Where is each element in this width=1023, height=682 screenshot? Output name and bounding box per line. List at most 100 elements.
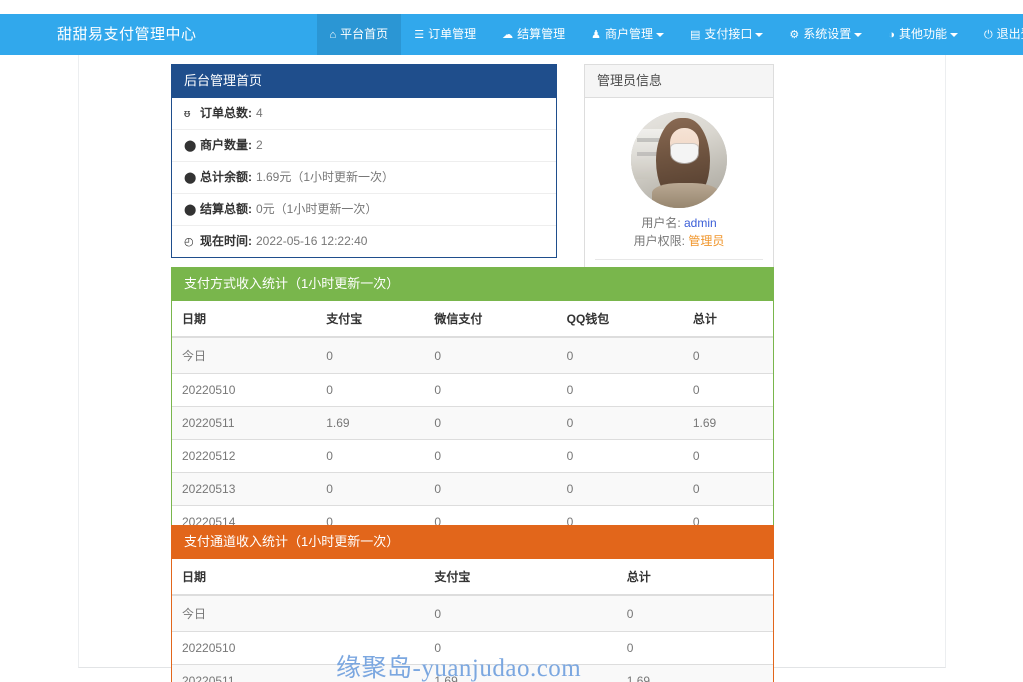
tint-icon: ⬤ — [184, 140, 197, 152]
nav-item-1[interactable]: ⌂ 平台首页 — [316, 14, 402, 55]
user-icon: ♟ — [591, 29, 601, 41]
nav-item-4[interactable]: ♟ 商户管理 — [578, 14, 677, 55]
table-cell: 0 — [682, 439, 773, 473]
nav-item-label: 结算管理 — [517, 27, 566, 41]
dashboard-stat-list: ᵿ 订单总数: 4 ⬤ 商户数量: 2 ⬤ 总计余额: 1.69元（1小时更新一次） ⬤ 结算总额:… — [172, 98, 556, 257]
table-row: 20220512 0 0 0 0 — [172, 439, 773, 473]
table-cell: 0 — [616, 594, 773, 632]
list-icon: ☰ — [414, 29, 425, 41]
role-line: 用户权限: 管理员 — [595, 232, 763, 250]
table-cell: 0 — [424, 472, 557, 506]
tint-icon: ⬤ — [184, 172, 197, 184]
admin-panel-title: 管理员信息 — [585, 65, 773, 98]
clock-icon: ◴ — [184, 236, 194, 248]
column-header: 日期 — [172, 301, 317, 338]
chevron-down-icon — [854, 32, 863, 37]
dashboard-stat-label: 订单总数: — [200, 106, 252, 120]
username-line: 用户名: admin — [595, 214, 763, 232]
table-cell: 0 — [316, 373, 425, 407]
dashboard-stat-value: 2 — [256, 138, 263, 152]
table-row: 今日 0 0 0 0 — [172, 336, 773, 374]
nav-item-label: 平台首页 — [340, 27, 389, 41]
table-cell: 0 — [682, 336, 773, 374]
table-cell: 0 — [682, 373, 773, 407]
dashboard-panel-title: 后台管理首页 — [172, 65, 556, 98]
cloud-icon: ☁ — [502, 29, 514, 41]
dashboard-stat-label: 商户数量: — [200, 138, 252, 152]
nav-item-label: 支付接口 — [704, 27, 753, 41]
power-icon: ⏻ — [983, 29, 993, 41]
dashboard-stat-item: ◴ 现在时间: 2022-05-16 12:22:40 — [172, 226, 556, 257]
payment-method-table-head: 日期 支付宝 微信支付 QQ钱包 总计 — [172, 301, 773, 338]
nav-item-7[interactable]: ◑ 其他功能 — [875, 14, 971, 55]
column-header: 支付宝 — [424, 559, 617, 596]
table-cell: 20220511 — [172, 406, 317, 440]
home-icon: ⌂ — [329, 29, 337, 41]
table-cell: 今日 — [172, 594, 425, 632]
nav-item-3[interactable]: ☁ 结算管理 — [489, 14, 578, 55]
nav-item-5[interactable]: ▤ 支付接口 — [677, 14, 776, 55]
nav-item-8[interactable]: ⏻退出登录 — [971, 14, 1023, 55]
table-header-row: 日期 支付宝 微信支付 QQ钱包 总计 — [172, 301, 773, 338]
dashboard-stat-item: ⬤ 商户数量: 2 — [172, 130, 556, 162]
table-cell: 0 — [424, 594, 617, 632]
dashboard-stat-value: 2022-05-16 12:22:40 — [256, 234, 368, 248]
column-header: 总计 — [682, 301, 773, 338]
username-label: 用户名: — [641, 216, 681, 230]
chevron-down-icon — [755, 32, 764, 37]
payment-method-panel-title: 支付方式收入统计（1小时更新一次） — [172, 268, 773, 301]
table-cell: 0 — [424, 406, 557, 440]
dashboard-stat-item: ᵿ 订单总数: 4 — [172, 98, 556, 130]
dashboard-stat-value: 0元（1小时更新一次） — [256, 202, 378, 216]
table-cell: 20220513 — [172, 472, 317, 506]
brand-title[interactable]: 甜甜易支付管理中心 — [57, 14, 212, 55]
dashboard-stat-value: 4 — [256, 106, 263, 120]
table-cell: 0 — [424, 439, 557, 473]
table-cell: 20220512 — [172, 439, 317, 473]
role-value: 管理员 — [688, 234, 725, 248]
dashboard-stat-item: ⬤ 总计余额: 1.69元（1小时更新一次） — [172, 162, 556, 194]
avatar-body — [652, 183, 720, 208]
column-header: 支付宝 — [316, 301, 425, 338]
table-cell: 1.69 — [616, 664, 773, 682]
nav-item-label: 系统设置 — [803, 27, 852, 41]
dashboard-panel: 后台管理首页 ᵿ 订单总数: 4 ⬤ 商户数量: 2 ⬤ 总计余额: 1.69元（1小时更新一次… — [171, 64, 557, 258]
card-icon: ▤ — [689, 29, 701, 41]
table-cell: 0 — [616, 631, 773, 665]
table-cell: 0 — [316, 472, 425, 506]
payment-channel-table-head: 日期 支付宝 总计 — [172, 559, 773, 596]
table-cell: 0 — [316, 336, 425, 374]
bar-chart-icon: ᵿ — [184, 108, 191, 120]
dashboard-stat-label: 总计余额: — [200, 170, 252, 184]
page-root: 甜甜易支付管理中心 ⌂ 平台首页 ☰ 订单管理 ☁ 结算管理 ♟ 商户管理 ▤ 支付接口 ⚙ 系统设置… — [0, 0, 1023, 682]
nav-item-label: 退出登录 — [996, 27, 1023, 41]
nav-item-2[interactable]: ☰ 订单管理 — [401, 14, 489, 55]
table-cell: 0 — [556, 373, 683, 407]
dashboard-stat-item: ⬤ 结算总额: 0元（1小时更新一次） — [172, 194, 556, 226]
chevron-down-icon — [655, 32, 664, 37]
dashboard-stat-value: 1.69元（1小时更新一次） — [256, 170, 395, 184]
table-row: 今日 0 0 — [172, 594, 773, 632]
nav-items: ⌂平台首页☰订单管理☁结算管理♟商户管理▤支付接口⚙系统设置◑其他功能⏻退出登录 — [316, 14, 1023, 55]
table-cell: 0 — [556, 406, 683, 440]
column-header: 微信支付 — [424, 301, 557, 338]
table-cell: 0 — [424, 336, 557, 374]
chevron-down-icon — [949, 32, 958, 37]
role-label: 用户权限: — [633, 234, 685, 248]
column-header: QQ钱包 — [556, 301, 683, 338]
nav-item-6[interactable]: ⚙ 系统设置 — [776, 14, 875, 55]
table-cell: 0 — [424, 373, 557, 407]
table-row: 20220511 1.69 0 0 1.69 — [172, 406, 773, 440]
table-cell: 0 — [316, 439, 425, 473]
table-row: 20220513 0 0 0 0 — [172, 472, 773, 506]
nav-item-label: 其他功能 — [898, 27, 947, 41]
payment-channel-panel-title: 支付通道收入统计（1小时更新一次） — [172, 526, 773, 559]
avatar — [631, 112, 727, 208]
dashboard-stat-label: 结算总额: — [200, 202, 252, 216]
column-header: 日期 — [172, 559, 425, 596]
table-cell: 20220510 — [172, 373, 317, 407]
table-header-row: 日期 支付宝 总计 — [172, 559, 773, 596]
dashboard-stat-label: 现在时间: — [200, 234, 252, 248]
nav-item-label: 订单管理 — [428, 27, 477, 41]
table-row: 20220510 0 0 0 0 — [172, 373, 773, 407]
